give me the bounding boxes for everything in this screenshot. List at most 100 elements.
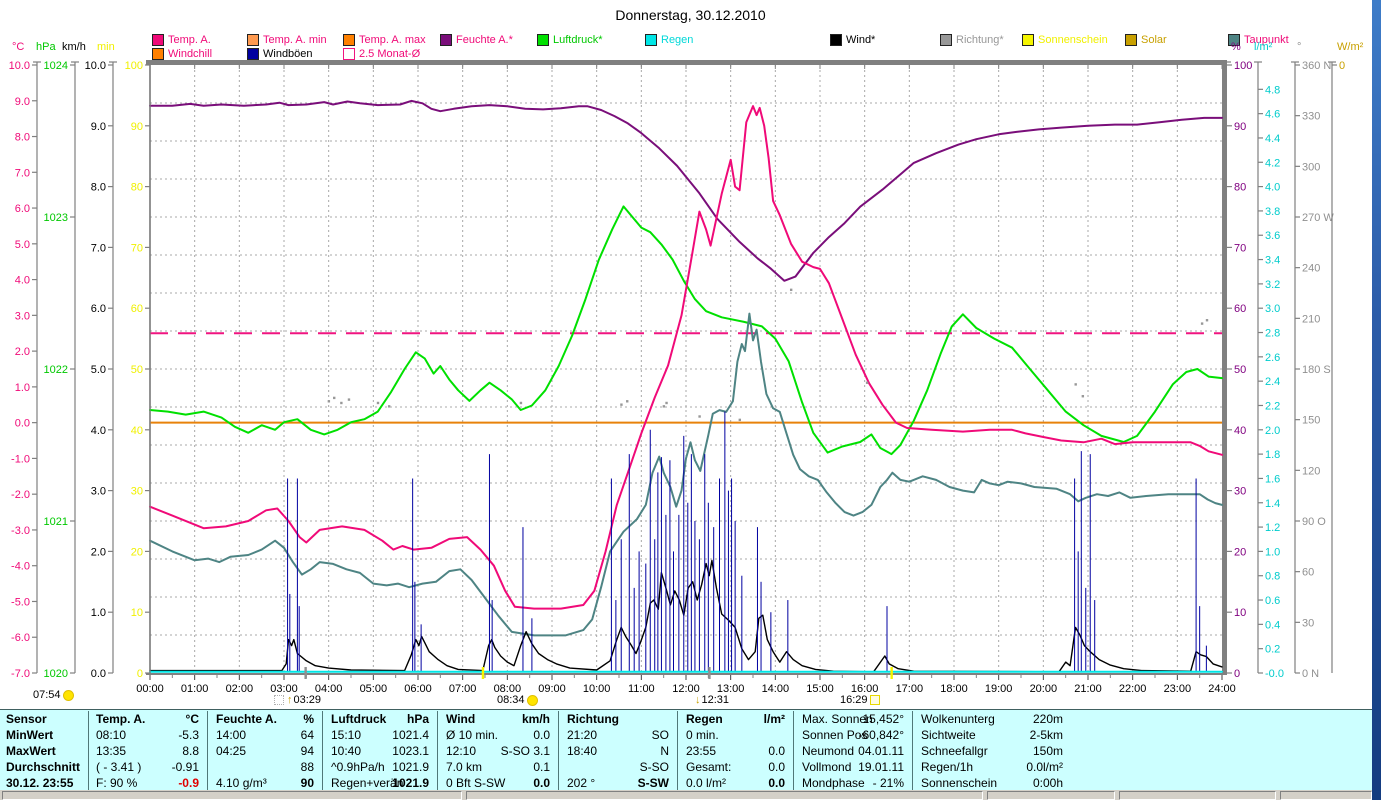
direction-dot <box>387 405 391 408</box>
table-cell-label: MinWert <box>6 728 54 742</box>
svg-text:300: 300 <box>1302 161 1320 173</box>
svg-text:100: 100 <box>1234 60 1252 72</box>
svg-text:360 N: 360 N <box>1302 60 1331 72</box>
table-cell-label: Gesamt: <box>686 760 732 774</box>
svg-text:1022: 1022 <box>44 364 68 376</box>
table-row: 4.10 g/m³ 90 <box>212 775 318 791</box>
table-divider <box>912 711 913 790</box>
svg-text:1020: 1020 <box>44 668 68 680</box>
direction-dot <box>1205 319 1209 322</box>
statusbar-segment <box>466 791 983 800</box>
svg-text:-4.0: -4.0 <box>11 561 30 573</box>
table-cell-value: - 21% <box>872 776 904 790</box>
svg-text:2.4: 2.4 <box>1265 376 1280 388</box>
sun-icon <box>526 694 538 706</box>
table-cell-value: l/m² <box>763 712 785 726</box>
svg-text:60: 60 <box>131 303 143 315</box>
svg-text:20: 20 <box>1234 546 1246 558</box>
table-cell-label: Feuchte A. <box>216 712 277 726</box>
table-row: Sonnenschein 0:00h <box>917 775 1067 791</box>
table-cell-value: 150m <box>1032 744 1063 758</box>
direction-dot <box>865 381 869 384</box>
svg-text:3.2: 3.2 <box>1265 279 1280 291</box>
table-cell-label: Sonnenschein <box>921 776 998 790</box>
table-row: 0 Bft S-SW 0.0 <box>442 775 554 791</box>
table-cell-label: ^0.9hPa/h <box>331 760 385 774</box>
x-tick-label: 18:00 <box>940 683 968 695</box>
x-tick-label: 21:00 <box>1074 683 1102 695</box>
svg-text:10.0: 10.0 <box>85 60 106 72</box>
table-row: 13:35 8.8 <box>92 743 203 759</box>
svg-text:90: 90 <box>131 121 143 133</box>
time-label: 12:31 <box>701 694 730 706</box>
direction-dot <box>789 288 793 292</box>
table-column: Wolkenunterg 220m Sichtweite 2-5km Schneefal… <box>917 710 1067 791</box>
table-row: 202 ° S-SW <box>563 775 673 791</box>
x-tick-label: 00:00 <box>136 683 164 695</box>
status-bar <box>0 790 1372 800</box>
svg-text:-1.0: -1.0 <box>11 453 30 465</box>
svg-text:80: 80 <box>1234 182 1246 194</box>
svg-text:3.6: 3.6 <box>1265 230 1280 242</box>
svg-text:-5.0: -5.0 <box>11 596 30 608</box>
svg-text:5.0: 5.0 <box>91 364 106 376</box>
svg-text:-6.0: -6.0 <box>11 632 30 644</box>
svg-text:0.0: 0.0 <box>91 668 106 680</box>
svg-text:1.8: 1.8 <box>1265 449 1280 461</box>
svg-text:4.8: 4.8 <box>1265 84 1280 96</box>
direction-dot <box>662 405 666 408</box>
table-cell-value: 0.0 <box>768 760 785 774</box>
table-cell-label: Neumond <box>802 744 855 758</box>
table-row: Richtung <box>563 711 673 727</box>
direction-dot <box>1074 383 1077 386</box>
table-cell-label: 4.10 g/m³ <box>216 776 267 790</box>
table-row: 04:25 94 <box>212 743 318 759</box>
time-label: 16:29 <box>840 694 868 706</box>
svg-text:1.0: 1.0 <box>15 382 30 394</box>
svg-text:0.8: 0.8 <box>1265 571 1280 583</box>
table-cell-label: 10:40 <box>331 744 362 758</box>
table-cell-label: Temp. A. <box>96 712 146 726</box>
svg-text:10: 10 <box>1234 607 1246 619</box>
table-cell-value: 0.0l/m² <box>1026 760 1063 774</box>
astro-axis-tick <box>304 667 307 679</box>
x-tick-label: 09:00 <box>538 683 566 695</box>
svg-text:60: 60 <box>1302 567 1314 579</box>
svg-text:270 W: 270 W <box>1302 212 1334 224</box>
table-row: Regen l/m² <box>682 711 789 727</box>
direction-dot <box>347 398 351 401</box>
x-tick-label: 10:00 <box>583 683 611 695</box>
table-cell-label: Ø 10 min. <box>446 728 499 742</box>
svg-text:120: 120 <box>1302 465 1320 477</box>
table-row: Wolkenunterg 220m <box>917 711 1067 727</box>
table-cell-label: MaxWert <box>6 744 56 758</box>
table-row: 0.0 l/m² 0.0 <box>682 775 789 791</box>
x-tick-label: 19:00 <box>985 683 1013 695</box>
table-row: Sichtweite 2-5km <box>917 727 1067 743</box>
table-cell-value: -0.91 <box>171 760 199 774</box>
table-cell-value: 8.8 <box>182 744 199 758</box>
svg-text:1.4: 1.4 <box>1265 498 1280 510</box>
table-cell-value: 0.0 <box>533 776 550 790</box>
x-tick-label: 14:00 <box>762 683 790 695</box>
sunrise-time: 07:54 <box>33 689 76 701</box>
table-cell-value: -0.9 <box>178 776 199 790</box>
svg-text:240: 240 <box>1302 263 1320 275</box>
svg-text:50: 50 <box>1234 364 1246 376</box>
svg-text:40: 40 <box>1234 425 1246 437</box>
table-row: 10:40 1023.1 <box>327 743 433 759</box>
table-cell-value: 220m <box>1032 712 1063 726</box>
table-cell-value: -60,842° <box>858 728 905 742</box>
svg-text:9.0: 9.0 <box>91 121 106 133</box>
svg-text:1023: 1023 <box>44 212 68 224</box>
svg-text:0: 0 <box>1234 668 1240 680</box>
table-cell-label: 23:55 <box>686 744 717 758</box>
table-cell-label: Vollmond <box>802 760 852 774</box>
sunset-square-icon <box>869 695 880 705</box>
x-tick-label: 17:00 <box>896 683 924 695</box>
table-cell-label: 13:35 <box>96 744 127 758</box>
table-cell-value: 0.0 <box>768 744 785 758</box>
svg-text:50: 50 <box>131 364 143 376</box>
svg-text:4.0: 4.0 <box>15 275 30 287</box>
svg-text:10: 10 <box>131 607 143 619</box>
